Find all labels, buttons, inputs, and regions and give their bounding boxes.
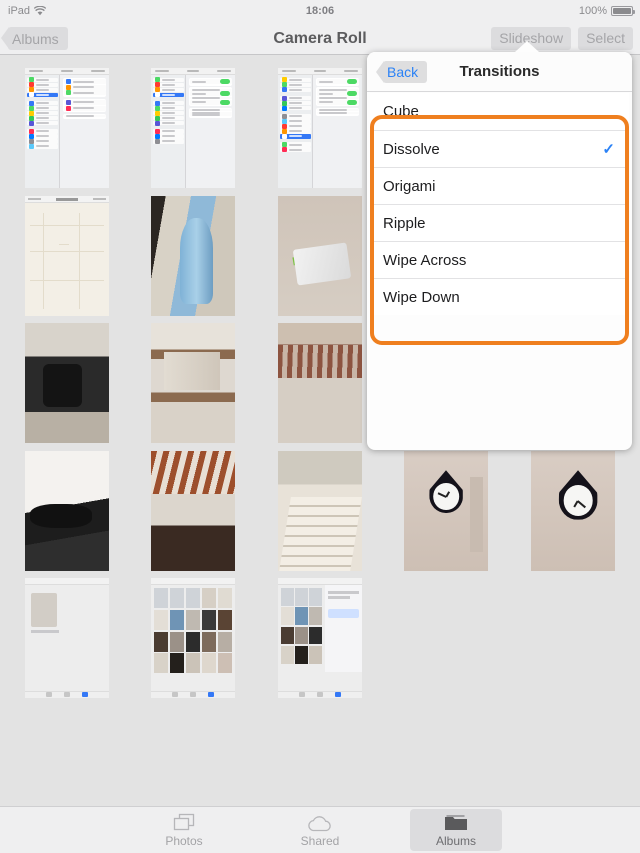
thumbnail-camera-on-desk-photo[interactable] <box>25 323 109 443</box>
thumbnail-ios-settings-screenshot-1[interactable] <box>25 68 109 188</box>
thumbnail-share-sheet-screenshot[interactable] <box>278 578 362 698</box>
thumbnail-wall-clock-photo-2[interactable] <box>531 451 615 571</box>
photo-preview <box>151 196 235 316</box>
photo-preview <box>278 196 362 316</box>
list-item-cube[interactable]: Cube <box>370 93 629 130</box>
thumbnail-white-car-photo[interactable] <box>25 451 109 571</box>
checkmark-icon: ✓ <box>602 141 615 158</box>
list-item-wipe-down[interactable]: Wipe Down <box>370 278 629 315</box>
battery-percent-label: 100% <box>578 5 607 17</box>
transition-label: Wipe Down <box>383 288 460 306</box>
status-bar: iPad 18:06 100% <box>0 0 640 22</box>
photo-preview <box>25 196 109 316</box>
tab-photos[interactable]: Photos <box>138 809 230 851</box>
thumbnail-camera-roll-screenshot[interactable] <box>151 578 235 698</box>
select-button[interactable]: Select <box>578 27 633 50</box>
clock-shape <box>558 470 598 520</box>
popover-title: Transitions <box>459 63 540 80</box>
clock-shape <box>429 470 463 514</box>
photo-preview <box>404 451 488 571</box>
popover-arrow <box>515 41 539 52</box>
thumbnail-ios-settings-screenshot-3[interactable] <box>278 68 362 188</box>
photo-preview <box>151 578 235 698</box>
photo-preview <box>278 68 362 188</box>
ipad-photos-screen: iPad 18:06 100% Albums Camera Roll Slide… <box>0 0 640 853</box>
photo-preview <box>278 323 362 443</box>
transition-label: Cube <box>383 103 419 120</box>
photo-preview <box>531 451 615 571</box>
transition-label: Dissolve <box>383 140 440 158</box>
list-item-wipe-across[interactable]: Wipe Across <box>370 241 629 278</box>
photo-preview <box>151 323 235 443</box>
thumbnail-water-dispenser-photo[interactable] <box>151 196 235 316</box>
clock-label: 18:06 <box>305 5 335 17</box>
list-item-dissolve[interactable]: Dissolve ✓ <box>370 130 629 167</box>
photo-preview <box>25 323 109 443</box>
albums-folder-icon <box>444 812 468 832</box>
thumbnail-patio-photo[interactable] <box>151 451 235 571</box>
list-item-ripple[interactable]: Ripple <box>370 204 629 241</box>
popover-nav-bar: Back Transitions <box>367 52 632 92</box>
tab-shared[interactable]: Shared <box>274 809 366 851</box>
photos-stack-icon <box>173 812 195 832</box>
status-right: 100% <box>578 5 635 17</box>
tab-albums-label: Albums <box>435 834 476 848</box>
photo-preview <box>25 578 109 698</box>
transitions-list: Cube Dissolve ✓ Origami Ripple Wipe Acro… <box>367 93 632 315</box>
thumbnail-device-on-table-photo[interactable] <box>278 196 362 316</box>
thumbnail-wooden-ceiling-photo[interactable] <box>278 323 362 443</box>
thumbnail-shelf-photo[interactable] <box>151 323 235 443</box>
transition-label: Ripple <box>383 214 426 232</box>
list-item-origami[interactable]: Origami <box>370 167 629 204</box>
thumbnail-map-screenshot[interactable] <box>25 196 109 316</box>
thumbnail-wall-clock-photo-1[interactable] <box>404 451 488 571</box>
photo-preview <box>151 68 235 188</box>
photo-preview <box>151 451 235 571</box>
transition-label: Origami <box>383 177 436 195</box>
thumbnail-album-screenshot[interactable] <box>25 578 109 698</box>
tab-albums[interactable]: Albums <box>410 809 502 851</box>
transition-label: Wipe Across <box>383 251 467 269</box>
photo-preview <box>278 451 362 571</box>
photo-preview <box>25 451 109 571</box>
thumbnail-ios-settings-screenshot-2[interactable] <box>151 68 235 188</box>
thumbnail-staircase-photo[interactable] <box>278 451 362 571</box>
battery-full-icon <box>611 6 635 16</box>
nav-bar: Albums Camera Roll Slideshow Select <box>0 22 640 55</box>
photo-preview <box>25 68 109 188</box>
photo-preview <box>278 578 362 698</box>
tab-shared-label: Shared <box>300 834 340 848</box>
tab-bar: Photos Shared Albums <box>0 806 640 853</box>
transitions-popover: Back Transitions Cube Dissolve ✓ Origami <box>367 41 632 450</box>
nav-right-buttons: Slideshow Select <box>491 27 633 50</box>
tab-photos-label: Photos <box>165 834 203 848</box>
cloud-icon <box>307 812 333 832</box>
select-label: Select <box>586 30 625 46</box>
